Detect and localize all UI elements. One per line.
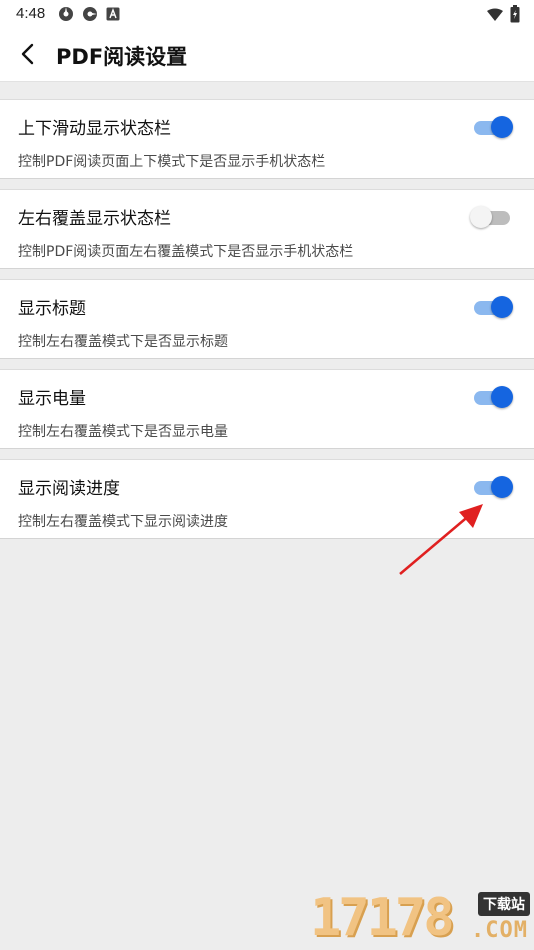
gear-like-icon [58,6,74,26]
annotation-arrow-icon [399,504,483,575]
watermark-digits: 17178 [310,888,455,948]
setting-show-battery[interactable]: 显示电量 控制左右覆盖模式下是否显示电量 [0,369,534,449]
setting-scroll-statusbar[interactable]: 上下滑动显示状态栏 控制PDF阅读页面上下模式下是否显示手机状态栏 [0,99,534,179]
watermark-logo: 17178 下载站 .COM [310,888,534,950]
setting-title: 上下滑动显示状态栏 [18,119,171,139]
setting-description: 控制左右覆盖模式下是否显示电量 [18,424,228,440]
setting-cover-statusbar[interactable]: 左右覆盖显示状态栏 控制PDF阅读页面左右覆盖模式下是否显示手机状态栏 [0,189,534,269]
watermark-tag: 下载站 [478,892,530,916]
setting-title: 显示标题 [18,299,86,319]
battery-icon [510,5,520,27]
toggle-switch[interactable] [472,115,514,139]
a-notification-icon [106,6,120,26]
status-system-icons [486,5,520,27]
setting-title: 显示阅读进度 [18,479,120,499]
wifi-icon [486,7,504,26]
app-bar: PDF阅读设置 [0,28,534,82]
status-time: 4:48 [16,5,46,22]
toggle-switch[interactable] [470,205,514,229]
status-notification-icons [58,6,120,26]
setting-description: 控制PDF阅读页面左右覆盖模式下是否显示手机状态栏 [18,244,354,260]
back-button[interactable] [8,32,48,76]
setting-title: 显示电量 [18,389,86,409]
setting-description: 控制左右覆盖模式下是否显示标题 [18,334,228,350]
setting-show-title[interactable]: 显示标题 控制左右覆盖模式下是否显示标题 [0,279,534,359]
toggle-switch[interactable] [472,475,514,499]
setting-description: 控制PDF阅读页面上下模式下是否显示手机状态栏 [18,154,326,170]
toggle-switch[interactable] [472,385,514,409]
status-bar: 4:48 [0,0,534,28]
toggle-switch[interactable] [472,295,514,319]
setting-title: 左右覆盖显示状态栏 [18,209,171,229]
watermark-suffix: .COM [471,918,528,943]
chevron-left-icon [21,43,34,65]
gear-like-icon [82,6,98,26]
setting-description: 控制左右覆盖模式下显示阅读进度 [18,514,228,530]
page-title: PDF阅读设置 [56,45,188,69]
